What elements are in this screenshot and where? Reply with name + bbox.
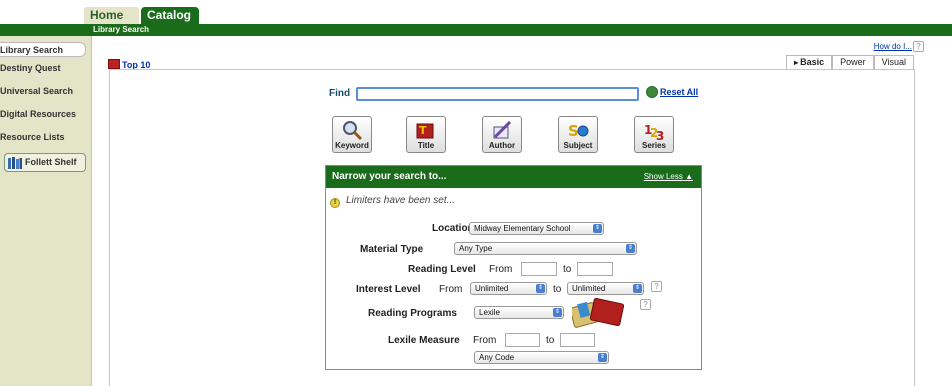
interest-from-value: Unlimited: [475, 284, 509, 293]
location-label: Location: [432, 223, 474, 234]
interest-to-select[interactable]: Unlimited ⇕: [567, 282, 644, 295]
magnifier-icon: [343, 121, 363, 141]
sidebar-item-label: Digital Resources: [0, 109, 77, 119]
series-label: Series: [641, 141, 667, 150]
series-search-button[interactable]: 1 2 3 Series: [634, 116, 674, 153]
select-arrows-icon: ⇕: [536, 284, 545, 293]
reset-all-label: Reset All: [660, 87, 699, 97]
show-less-link[interactable]: Show Less ▲: [644, 166, 693, 188]
reading-programs-value: Lexile: [479, 308, 500, 317]
tab-row: Home Catalog: [0, 0, 952, 24]
title-search-button[interactable]: T Title: [406, 116, 446, 153]
material-type-label: Material Type: [360, 244, 424, 255]
book-title-icon: T: [416, 123, 434, 139]
follett-shelf-label: Follett Shelf: [25, 157, 77, 167]
interest-from-label: From: [439, 284, 463, 295]
sidebar-item-label: Universal Search: [0, 86, 74, 96]
lexile-to-input[interactable]: [560, 333, 595, 347]
author-search-button[interactable]: Author: [482, 116, 522, 153]
reset-icon: [646, 86, 658, 98]
location-select[interactable]: Midway Elementary School ⇕: [469, 222, 604, 235]
keyword-search-button[interactable]: Keyword: [332, 116, 372, 153]
find-label: Find: [329, 88, 351, 99]
main-content: Top 10 How do I... ? Basic Power Visual …: [92, 36, 952, 386]
reading-level-from-label: From: [489, 264, 513, 275]
lexile-from-label: From: [473, 335, 497, 346]
limiters-note: ! Limiters have been set...: [330, 195, 455, 208]
author-label: Author: [488, 141, 516, 150]
show-less-label: Show Less: [643, 172, 683, 181]
reset-all-link[interactable]: Reset All: [646, 86, 698, 98]
sidebar-item-destiny-quest[interactable]: Destiny Quest: [0, 57, 91, 80]
caret-up-icon: ▲: [685, 172, 693, 181]
sidebar-item-universal-search[interactable]: Universal Search: [0, 80, 91, 103]
location-value: Midway Elementary School: [474, 224, 571, 233]
find-input[interactable]: [356, 87, 639, 101]
sidebar-item-label: Resource Lists: [0, 132, 65, 142]
reading-level-to-input[interactable]: [577, 262, 613, 276]
lexile-from-input[interactable]: [505, 333, 540, 347]
sidebar-item-resource-lists[interactable]: Resource Lists: [0, 126, 91, 149]
sidebar-item-digital-resources[interactable]: Digital Resources: [0, 103, 91, 126]
sidebar-item-label: Library Search: [0, 45, 64, 55]
tab-power[interactable]: Power: [832, 55, 874, 69]
tab-visual[interactable]: Visual: [873, 55, 914, 69]
how-do-i-link[interactable]: How do I...: [874, 42, 912, 51]
svg-text:3: 3: [656, 129, 664, 141]
narrow-panel-title: Narrow your search to...: [332, 171, 447, 182]
reading-programs-label: Reading Programs: [368, 308, 457, 319]
subject-label: Subject: [563, 141, 593, 150]
reading-program-books-icon: [572, 297, 625, 328]
tab-basic[interactable]: Basic: [786, 55, 833, 69]
svg-text:T: T: [419, 124, 427, 137]
lexile-code-value: Any Code: [479, 353, 515, 362]
narrow-panel-header: Narrow your search to... Show Less ▲: [326, 166, 701, 188]
programs-help-icon[interactable]: ?: [640, 299, 651, 310]
svg-text:S: S: [568, 122, 579, 140]
reading-programs-select[interactable]: Lexile ⇕: [474, 306, 564, 319]
material-type-value: Any Type: [459, 244, 493, 253]
select-arrows-icon: ⇕: [626, 244, 635, 253]
top10-icon: [108, 59, 120, 69]
subtab-library-search[interactable]: Library Search: [93, 24, 149, 35]
tab-home[interactable]: Home: [84, 7, 139, 24]
reading-level-to-label: to: [563, 264, 572, 275]
tab-catalog[interactable]: Catalog: [141, 7, 199, 24]
sidebar-item-label: Destiny Quest: [0, 63, 61, 73]
subject-globe-icon: S: [568, 122, 589, 140]
series-numbers-icon: 1 2 3: [644, 123, 664, 141]
help-icon[interactable]: ?: [913, 41, 924, 52]
interest-from-select[interactable]: Unlimited ⇕: [470, 282, 547, 295]
interest-to-value: Unlimited: [572, 284, 606, 293]
limiters-text: Limiters have been set...: [346, 195, 455, 206]
book-shelf-icon: [8, 156, 22, 169]
search-mode-tabs: Basic Power Visual: [786, 55, 914, 69]
title-label: Title: [417, 141, 435, 150]
reading-level-label: Reading Level: [408, 264, 476, 275]
interest-to-label: to: [553, 284, 562, 295]
sidebar: Library Search Destiny Quest Universal S…: [0, 36, 92, 386]
lexile-code-select[interactable]: Any Code ⇕: [474, 351, 609, 364]
select-arrows-icon: ⇕: [598, 353, 607, 362]
reading-level-from-input[interactable]: [521, 262, 557, 276]
material-type-select[interactable]: Any Type ⇕: [454, 242, 637, 255]
select-arrows-icon: ⇕: [553, 308, 562, 317]
lexile-measure-label: Lexile Measure: [388, 335, 460, 346]
lexile-to-label: to: [546, 335, 555, 346]
interest-level-label: Interest Level: [356, 284, 421, 295]
sidebar-item-library-search[interactable]: Library Search: [0, 42, 86, 57]
follett-shelf-button[interactable]: Follett Shelf: [4, 153, 86, 172]
info-icon: !: [330, 198, 340, 208]
select-arrows-icon: ⇕: [633, 284, 642, 293]
interest-help-icon[interactable]: ?: [651, 281, 662, 292]
keyword-label: Keyword: [335, 141, 369, 150]
pen-author-icon: [493, 120, 512, 139]
top-navigation: Home Catalog Library Search: [0, 0, 952, 36]
subject-search-button[interactable]: S Subject: [558, 116, 598, 153]
select-arrows-icon: ⇕: [593, 224, 602, 233]
